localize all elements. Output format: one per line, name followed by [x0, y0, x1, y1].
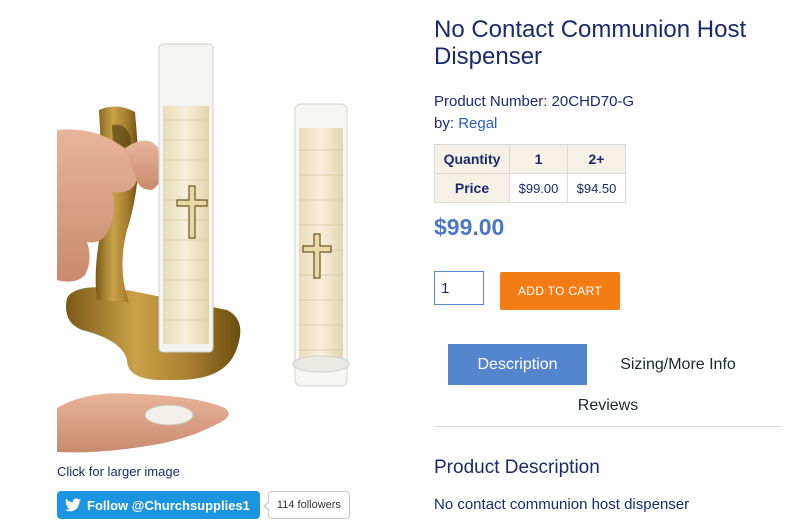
followers-count[interactable]: 114 followers: [262, 491, 350, 519]
quantity-header: Quantity: [434, 144, 510, 174]
add-to-cart-button[interactable]: ADD TO CART: [500, 272, 620, 310]
price-tier-1: $99.00: [509, 173, 568, 203]
price-tier-2: $94.50: [567, 173, 626, 203]
current-price: $99.00: [434, 214, 505, 240]
qty-tier-1: 1: [509, 144, 568, 174]
qty-tier-2: 2+: [567, 144, 626, 174]
twitter-bird-icon: [65, 498, 81, 512]
brand-link[interactable]: Regal: [458, 115, 497, 132]
twitter-follow-label: Follow @Churchsupplies1: [87, 497, 250, 513]
product-number: Product Number: 20CHD70-G: [434, 93, 635, 110]
larger-image-link[interactable]: Click for larger image: [57, 464, 180, 479]
price-header: Price: [434, 173, 510, 203]
tab-reviews[interactable]: Reviews: [548, 389, 668, 422]
product-photo: [57, 43, 350, 453]
by-prefix: by:: [434, 115, 459, 132]
product-image[interactable]: [57, 30, 357, 462]
product-title: No Contact Communion Host Dispenser: [434, 16, 747, 70]
product-description-heading: Product Description: [434, 457, 600, 478]
tabs-divider: [434, 426, 782, 427]
product-description-text: No contact communion host dispenser: [434, 496, 690, 513]
twitter-follow-button[interactable]: Follow @Churchsupplies1: [57, 491, 260, 519]
quantity-input[interactable]: [434, 271, 484, 305]
pricing-price-row: Price $99.00 $94.50: [434, 173, 626, 203]
brand-line: by: Regal: [434, 115, 497, 132]
twitter-follow: Follow @Churchsupplies1 114 followers: [57, 491, 350, 519]
quantity-pricing-table: Quantity 1 2+ Price $99.00 $94.50: [434, 144, 626, 203]
tab-sizing-more-info[interactable]: Sizing/More Info: [603, 344, 753, 385]
tab-description[interactable]: Description: [448, 344, 587, 385]
pricing-header-row: Quantity 1 2+: [434, 144, 626, 174]
